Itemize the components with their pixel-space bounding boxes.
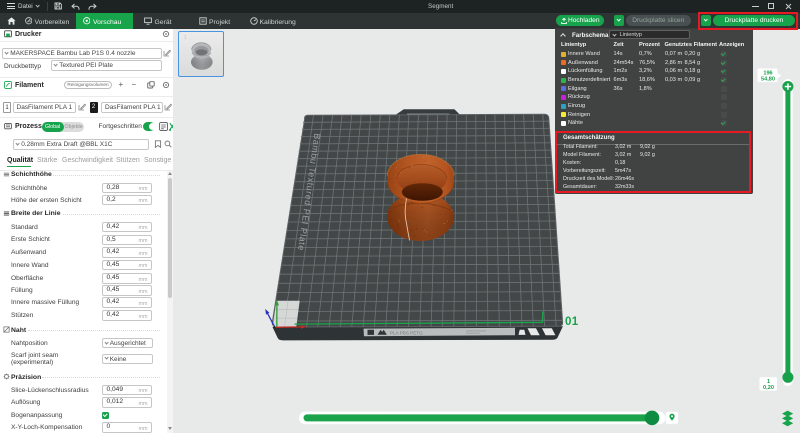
svg-text:01: 01	[565, 316, 579, 328]
svg-text:PLA PBS PETG: PLA PBS PETG	[390, 331, 423, 336]
svg-text:196: 196	[763, 70, 772, 76]
svg-text:0,20: 0,20	[763, 385, 774, 391]
svg-text:1: 1	[767, 379, 770, 385]
svg-text:54,80: 54,80	[761, 77, 775, 83]
